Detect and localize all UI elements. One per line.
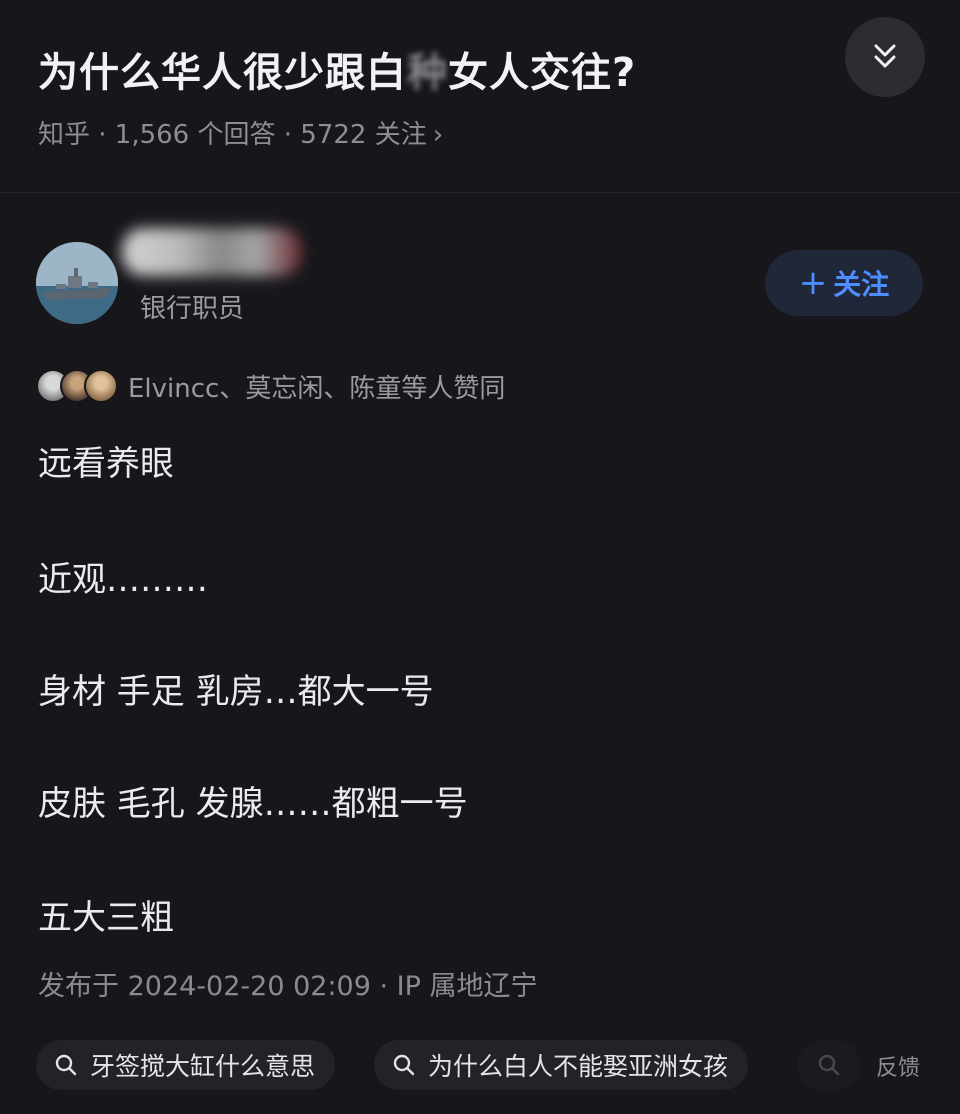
search-icon xyxy=(393,1054,415,1076)
answer-paragraph: 近观……… xyxy=(38,560,208,600)
related-search-chip[interactable]: 牙签搅大缸什么意思 xyxy=(36,1040,336,1090)
title-text-redacted: 种 xyxy=(407,50,448,96)
related-search-label: 为什么白人不能娶亚洲女孩 xyxy=(428,1052,729,1081)
voter-avatar xyxy=(84,369,118,403)
related-search-chip-faded[interactable] xyxy=(798,1040,860,1090)
author-row: 银行职员 + 关注 xyxy=(0,192,960,362)
publish-info: 发布于 2024-02-20 02:09 · IP 属地辽宁 xyxy=(38,971,538,1002)
question-header: 为什么华人很少跟白种女人交往? 知乎 · 1,566 个回答 · 5722 关注… xyxy=(0,0,960,193)
related-search-label: 牙签搅大缸什么意思 xyxy=(90,1052,316,1081)
author-name-redacted[interactable] xyxy=(122,228,302,276)
feedback-link[interactable]: 反馈 xyxy=(876,1050,920,1082)
collapse-button[interactable] xyxy=(845,17,925,97)
warship-avatar-image xyxy=(36,242,118,324)
author-avatar[interactable] xyxy=(36,242,118,324)
related-search-chip[interactable]: 为什么白人不能娶亚洲女孩 xyxy=(374,1040,749,1090)
search-icon xyxy=(818,1054,840,1076)
search-icon xyxy=(55,1054,77,1076)
answer-paragraph: 皮肤 毛孔 发腺……都粗一号 xyxy=(38,784,468,824)
plus-icon: + xyxy=(798,263,828,303)
author-title: 银行职员 xyxy=(140,294,245,324)
question-meta[interactable]: 知乎 · 1,566 个回答 · 5722 关注 › xyxy=(38,114,443,151)
answer-paragraph: 远看养眼 xyxy=(38,444,174,484)
question-meta-text: 知乎 · 1,566 个回答 · 5722 关注 xyxy=(38,120,427,150)
chevron-right-icon: › xyxy=(432,120,444,150)
title-text-start: 为什么华人很少跟白 xyxy=(38,50,407,96)
follow-button[interactable]: + 关注 xyxy=(765,250,923,316)
follow-label: 关注 xyxy=(833,268,890,301)
title-text-end: 女人交往? xyxy=(448,50,637,96)
voters-row[interactable]: Elvincc、莫忘闲、陈童等人赞同 xyxy=(36,366,505,406)
question-title[interactable]: 为什么华人很少跟白种女人交往? xyxy=(38,40,636,98)
voters-text: Elvincc、莫忘闲、陈童等人赞同 xyxy=(128,373,506,404)
double-chevron-down-icon xyxy=(874,44,896,68)
answer-paragraph: 身材 手足 乳房…都大一号 xyxy=(38,672,434,712)
answer-paragraph: 五大三粗 xyxy=(38,898,174,938)
